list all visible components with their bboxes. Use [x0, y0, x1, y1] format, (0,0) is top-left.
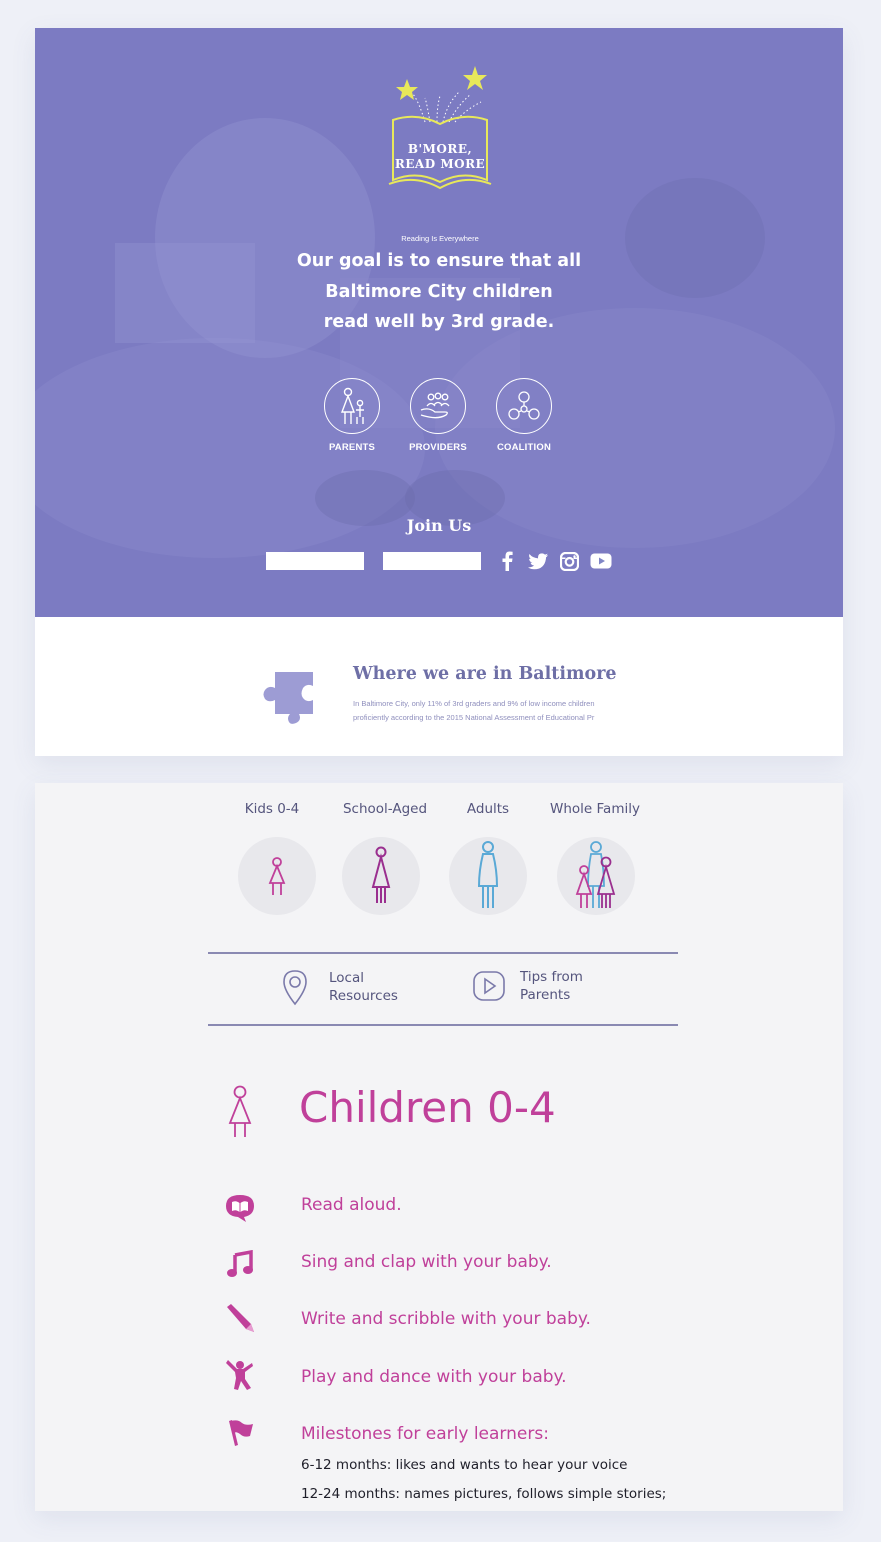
- local-resources-label: Local Resources: [329, 969, 398, 1005]
- baltimore-title: Where we are in Baltimore: [353, 664, 617, 684]
- tip-milestones-icon-wrap: [223, 1417, 257, 1447]
- logo-tagline: Reading Is Everywhere: [401, 234, 479, 243]
- logo-line-2: READ MORE: [394, 157, 486, 171]
- divider-top: [208, 952, 678, 954]
- goal-line-1: Our goal is to ensure that all: [296, 251, 582, 271]
- providers-circle: [410, 378, 466, 434]
- tip-write-scribble: Write and scribble with your baby.: [301, 1309, 591, 1329]
- facebook-link[interactable]: [496, 550, 518, 572]
- tab-kids-label: Kids 0-4: [244, 801, 300, 817]
- coalition-button[interactable]: COALITION: [479, 378, 569, 453]
- tip-read-icon-wrap: [223, 1193, 257, 1223]
- flag-icon: [229, 1420, 253, 1446]
- tip-play-icon-wrap: [223, 1359, 257, 1390]
- milestone-item: 12-24 months: names pictures, follows si…: [301, 1486, 667, 1502]
- baltimore-text-line-2: proficiently according to the 2015 Natio…: [353, 713, 595, 722]
- tip-play-dance: Play and dance with your baby.: [301, 1367, 567, 1387]
- tip-sing-clap: Sing and clap with your baby.: [301, 1252, 552, 1272]
- twitter-link[interactable]: [527, 550, 549, 572]
- local-resources-line-2: Resources: [329, 988, 398, 1004]
- tip-read-aloud: Read aloud.: [301, 1195, 402, 1215]
- tips-from-parents-label: Tips from Parents: [520, 968, 583, 1004]
- baltimore-text: In Baltimore City, only 11% of 3rd grade…: [353, 697, 605, 725]
- parents-label: PARENTS: [328, 442, 376, 453]
- kids-circle[interactable]: [238, 837, 316, 915]
- parent-child-icon: [340, 387, 364, 424]
- providers-label: PROVIDERS: [409, 442, 467, 453]
- hero-banner: B'MORE, READ MORE Reading Is Everywhere …: [35, 28, 843, 617]
- coalition-label: COALITION: [496, 442, 552, 453]
- parents-circle: [324, 378, 380, 434]
- milestone-item: 6-12 months: likes and wants to hear you…: [301, 1457, 628, 1473]
- map-pin-icon: [283, 970, 307, 1006]
- youtube-icon: [590, 553, 612, 569]
- divider-bottom: [208, 1024, 678, 1026]
- tab-school-aged-label: School-Aged: [342, 801, 428, 817]
- whole-family-circle[interactable]: [557, 837, 635, 915]
- coalition-circle: [496, 378, 552, 434]
- local-resources-line-1: Local: [329, 970, 364, 986]
- tab-kids-0-4[interactable]: Kids 0-4: [242, 801, 302, 817]
- tab-adults-label: Adults: [466, 801, 510, 817]
- instagram-icon: [559, 551, 579, 571]
- play-icon: [473, 971, 505, 1001]
- youtube-link[interactable]: [590, 550, 612, 572]
- family-icon: [575, 841, 616, 908]
- join-email-field[interactable]: [383, 552, 481, 570]
- pencil-icon: [227, 1304, 254, 1332]
- adults-circle[interactable]: [449, 837, 527, 915]
- goal-statement: Our goal is to ensure that all Baltimore…: [235, 246, 643, 338]
- baltimore-text-line-1: In Baltimore City, only 11% of 3rd grade…: [353, 699, 595, 708]
- twitter-icon: [528, 552, 548, 569]
- section-title: Children 0-4: [299, 1083, 556, 1132]
- tab-whole-family-label: Whole Family: [550, 801, 640, 817]
- logo-line-1: B'MORE,: [407, 142, 473, 156]
- instagram-link[interactable]: [558, 550, 580, 572]
- brand-logo[interactable]: B'MORE, READ MORE Reading Is Everywhere: [385, 62, 495, 243]
- local-resources-link[interactable]: Local Resources: [281, 968, 398, 1006]
- age-groups-card: Kids 0-4 School-Aged Adults Whole Family: [35, 783, 843, 1511]
- school-aged-circle[interactable]: [342, 837, 420, 915]
- child-icon: [268, 857, 286, 895]
- tip-milestones: Milestones for early learners:: [301, 1424, 549, 1444]
- tab-school-aged[interactable]: School-Aged: [340, 801, 430, 817]
- music-note-icon: [227, 1250, 253, 1277]
- dancing-figure-icon: [226, 1360, 253, 1390]
- child-icon: [371, 846, 391, 903]
- join-us-heading: Join Us: [406, 516, 472, 535]
- hands-group-icon: [420, 392, 450, 419]
- parents-button[interactable]: PARENTS: [307, 378, 397, 453]
- tab-adults[interactable]: Adults: [463, 801, 513, 817]
- book-bubble-icon: [226, 1195, 254, 1222]
- goal-line-2: Baltimore City children: [325, 281, 553, 302]
- puzzle-piece-icon: [263, 672, 313, 724]
- tip-sing-icon-wrap: [223, 1249, 257, 1279]
- baltimore-section: Where we are in Baltimore In Baltimore C…: [35, 617, 843, 756]
- join-name-field[interactable]: [266, 552, 364, 570]
- adult-icon: [477, 841, 499, 908]
- tips-from-parents-link[interactable]: Tips from Parents: [472, 968, 583, 1004]
- tips-from-parents-line-1: Tips from: [520, 969, 583, 985]
- coalition-rings-icon: [508, 391, 540, 420]
- tab-whole-family[interactable]: Whole Family: [547, 801, 643, 817]
- goal-line-3: read well by 3rd grade.: [323, 312, 555, 332]
- tip-write-icon-wrap: [223, 1303, 257, 1333]
- tips-from-parents-line-2: Parents: [520, 987, 571, 1003]
- providers-button[interactable]: PROVIDERS: [393, 378, 483, 453]
- child-icon: [228, 1085, 252, 1137]
- facebook-icon: [502, 551, 513, 571]
- landing-card: B'MORE, READ MORE Reading Is Everywhere …: [35, 28, 843, 756]
